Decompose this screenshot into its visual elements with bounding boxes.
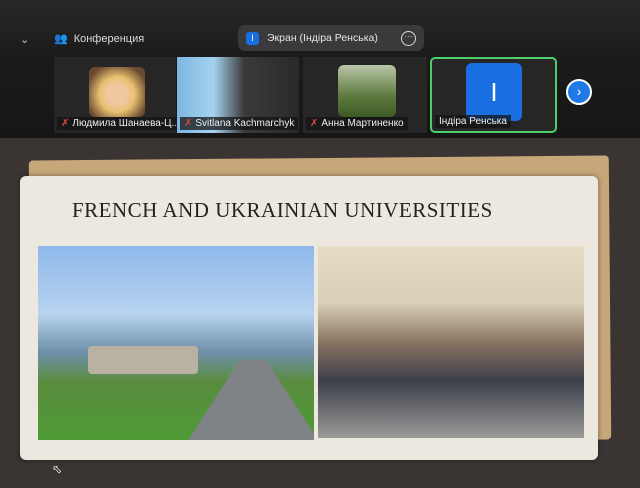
participant-tile[interactable]: ✗ Людмила Шанаева-Ц... [54,57,176,133]
slide-title: FRENCH AND UKRAINIAN UNIVERSITIES [72,198,493,222]
participants-icon: 👥 [54,33,68,45]
meeting-label: 👥 Конференция [54,32,145,46]
screen-share-indicator[interactable]: I Экран (Індіра Ренська) ··· [238,25,424,51]
next-page-button[interactable]: › [566,79,592,105]
more-options-icon[interactable]: ··· [401,30,416,46]
participant-video [338,65,396,117]
participant-tile[interactable]: ✗ Svitlana Kachmarchyk [177,57,299,133]
road [188,360,314,440]
meeting-toolbar: ⌄ 👥 Конференция I Экран (Індіра Ренська) … [0,0,640,138]
student-group-photo [318,246,584,438]
mic-muted-icon: ✗ [184,118,193,129]
share-label: Экран (Індіра Ренська) [267,32,378,44]
university-campus-photo [38,246,314,440]
mic-muted-icon: ✗ [310,118,319,129]
participant-tile[interactable]: ✗ Анна Мартиненко [303,57,427,133]
mouse-cursor-icon: ⬁ [52,462,63,476]
participant-tile-active-speaker[interactable]: I Індіра Ренська [430,57,557,133]
chevron-down-icon[interactable]: ⌄ [20,33,29,46]
tram [88,346,198,374]
presenter-avatar: I [246,31,259,45]
participant-video [89,67,145,117]
participant-avatar: I [466,63,522,121]
shared-slide: FRENCH AND UKRAINIAN UNIVERSITIES [20,176,598,460]
mic-muted-icon: ✗ [61,118,70,129]
